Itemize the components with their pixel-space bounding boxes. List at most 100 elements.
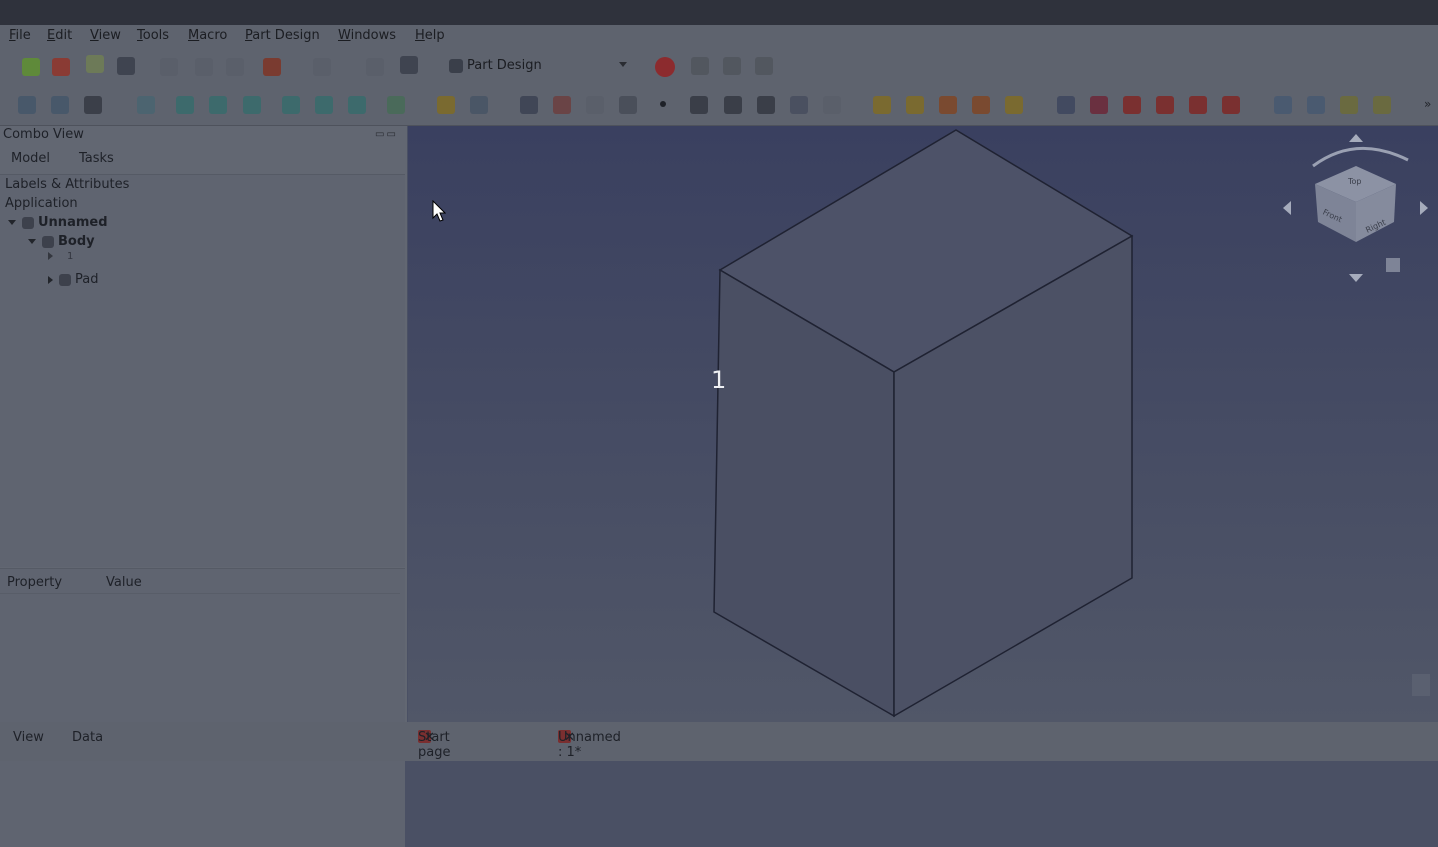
undo-icon[interactable]: [263, 58, 281, 76]
window-titlebar: [0, 0, 1438, 25]
document-label: Unnamed: [38, 215, 108, 230]
draw-style-icon[interactable]: [84, 96, 102, 114]
linear-pattern-icon[interactable]: [1307, 96, 1325, 114]
new-document-icon[interactable]: [22, 58, 40, 76]
dock-buttons-icon[interactable]: ▭▭: [375, 129, 398, 140]
datum-plane-icon[interactable]: [724, 96, 742, 114]
subtractive-loft-icon[interactable]: [1156, 96, 1174, 114]
open-document-icon[interactable]: [52, 58, 70, 76]
tree-item-document[interactable]: Unnamed: [8, 215, 108, 230]
rotate-arc-icon[interactable]: [1312, 146, 1409, 168]
menu-macro[interactable]: Macro: [188, 28, 227, 43]
bottom-view-icon[interactable]: [315, 96, 333, 114]
menu-help[interactable]: Help: [415, 28, 445, 43]
arrow-down-icon[interactable]: [1349, 274, 1363, 282]
3d-viewport[interactable]: Top Front Right: [408, 126, 1438, 722]
create-part-icon[interactable]: [437, 96, 455, 114]
copy-icon[interactable]: [195, 58, 213, 76]
cut-icon[interactable]: [160, 58, 178, 76]
rear-view-icon[interactable]: [282, 96, 300, 114]
menu-file[interactable]: File: [9, 28, 31, 43]
model-tree: Labels & Attributes Application Unnamed …: [0, 174, 405, 567]
toolbar-overflow-icon[interactable]: »: [1424, 97, 1434, 111]
validate-sketch-icon[interactable]: [619, 96, 637, 114]
whats-this-icon[interactable]: [400, 56, 418, 74]
create-body-icon[interactable]: [470, 96, 488, 114]
front-view-icon[interactable]: [176, 96, 194, 114]
hole-icon[interactable]: [1090, 96, 1108, 114]
tree-application-label: Application: [5, 196, 78, 211]
3d-scene[interactable]: Top Front Right: [408, 126, 1438, 722]
pocket-icon[interactable]: [1057, 96, 1075, 114]
property-editor: Property Value: [0, 568, 405, 847]
collapse-arrow-icon[interactable]: [48, 275, 53, 284]
revolution-icon[interactable]: [906, 96, 924, 114]
additive-pipe-icon[interactable]: [972, 96, 990, 114]
save-icon[interactable]: [86, 55, 104, 73]
right-view-icon[interactable]: [243, 96, 261, 114]
workbench-label: Part Design: [467, 58, 542, 73]
close-icon[interactable]: ✕: [424, 730, 435, 745]
multi-transform-icon[interactable]: [1373, 96, 1391, 114]
collapse-arrow-icon[interactable]: [48, 252, 53, 260]
redo-icon[interactable]: [313, 58, 331, 76]
expand-arrow-icon[interactable]: [28, 239, 36, 244]
menu-part-design[interactable]: Part Design: [245, 28, 320, 43]
refresh-icon[interactable]: [366, 58, 384, 76]
local-coordinate-system-icon[interactable]: [757, 96, 775, 114]
fit-all-icon[interactable]: [18, 96, 36, 114]
tab-data[interactable]: Data: [72, 730, 103, 745]
subtractive-pipe-icon[interactable]: [1189, 96, 1207, 114]
left-view-icon[interactable]: [348, 96, 366, 114]
macro-execute-icon[interactable]: [755, 57, 773, 75]
property-column-header: Property: [7, 575, 63, 590]
chevron-down-icon: [619, 62, 627, 67]
clone-icon[interactable]: [823, 96, 841, 114]
view-and-partdesign-toolbar: »: [0, 85, 1438, 126]
shape-binder-icon[interactable]: [790, 96, 808, 114]
additive-primitive-icon[interactable]: [1005, 96, 1023, 114]
isometric-view-icon[interactable]: [137, 96, 155, 114]
menu-tools[interactable]: Tools: [137, 28, 169, 43]
tree-item-origin[interactable]: 1: [48, 251, 73, 262]
arrow-left-icon[interactable]: [1283, 201, 1291, 215]
body-label: Body: [58, 234, 95, 249]
top-view-icon[interactable]: [209, 96, 227, 114]
menu-windows[interactable]: Windows: [338, 28, 396, 43]
macro-edit-icon[interactable]: [723, 57, 741, 75]
mirrored-icon[interactable]: [1274, 96, 1292, 114]
datum-point-icon[interactable]: [660, 101, 666, 107]
record-macro-button[interactable]: [655, 57, 675, 77]
additive-loft-icon[interactable]: [939, 96, 957, 114]
menu-view[interactable]: View: [90, 28, 121, 43]
groove-icon[interactable]: [1123, 96, 1141, 114]
paste-icon[interactable]: [226, 58, 244, 76]
create-sketch-icon[interactable]: [520, 96, 538, 114]
print-icon[interactable]: [117, 57, 135, 75]
navigation-cube[interactable]: Top Front Right: [1283, 134, 1428, 282]
measure-distance-icon[interactable]: [387, 96, 405, 114]
tree-section-label: Labels & Attributes: [5, 177, 130, 192]
edit-sketch-icon[interactable]: [553, 96, 571, 114]
view-menu-cube-icon[interactable]: [1386, 258, 1400, 272]
tab-view[interactable]: View: [13, 730, 44, 745]
tree-item-pad[interactable]: Pad: [48, 272, 98, 287]
macro-recording-icon[interactable]: [691, 57, 709, 75]
pad-icon[interactable]: [873, 96, 891, 114]
arrow-right-icon[interactable]: [1420, 201, 1428, 215]
tab-tasks[interactable]: Tasks: [79, 151, 114, 166]
menu-edit[interactable]: Edit: [47, 28, 72, 43]
subtractive-primitive-icon[interactable]: [1222, 96, 1240, 114]
fit-selection-icon[interactable]: [51, 96, 69, 114]
close-icon[interactable]: ✕: [564, 730, 575, 745]
tab-model[interactable]: Model: [11, 151, 50, 166]
arrow-up-icon[interactable]: [1349, 134, 1363, 142]
polar-pattern-icon[interactable]: [1340, 96, 1358, 114]
expand-arrow-icon[interactable]: [8, 220, 16, 225]
datum-line-icon[interactable]: [690, 96, 708, 114]
workbench-selector[interactable]: Part Design: [445, 57, 635, 77]
tree-item-body[interactable]: Body: [28, 234, 95, 249]
value-column-header: Value: [106, 575, 142, 590]
map-sketch-icon[interactable]: [586, 96, 604, 114]
menu-bar: File Edit View Tools Macro Part Design W…: [0, 25, 1438, 47]
